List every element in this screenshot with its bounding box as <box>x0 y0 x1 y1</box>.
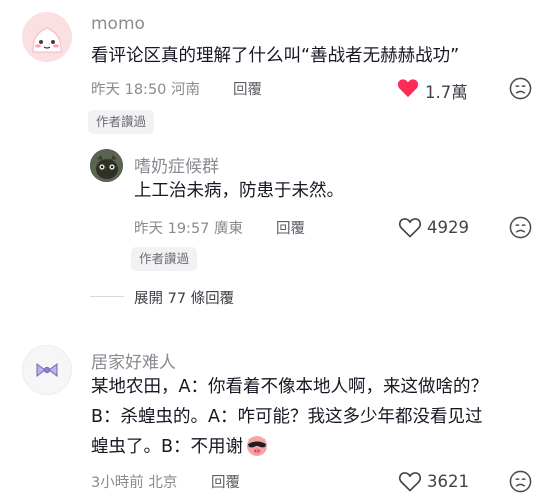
comment-location: 北京 <box>148 475 178 491</box>
comment-username[interactable]: 居家好难人 <box>91 348 176 373</box>
heart-outline-icon[interactable] <box>398 217 422 238</box>
comment-meta: 昨天 18:50 河南 <box>91 78 200 99</box>
comment-time: 昨天 18:50 <box>91 82 167 98</box>
comment-text-line-3-text: 蝗虫了。B：不用谢 <box>91 437 244 457</box>
reply-meta: 昨天 19:57 廣東 <box>134 217 243 238</box>
expand-replies-button[interactable]: 展開 77 條回覆 <box>134 287 234 308</box>
comment-text-line-1: 某地农田，A：你看着不像本地人啊，来这做啥的？ <box>91 377 488 397</box>
reply-button[interactable]: 回覆 <box>211 471 240 492</box>
avatar[interactable] <box>90 149 123 182</box>
comment-text-line-2: B：杀蝗虫的。A：咋可能？我这多少年都没看见过 <box>91 407 483 427</box>
reply-location: 廣東 <box>214 221 244 237</box>
frown-icon[interactable] <box>509 470 532 493</box>
comment-meta: 3小時前 北京 <box>91 471 177 492</box>
avatar[interactable] <box>22 12 72 62</box>
comment-text: 看评论区真的理解了什么叫“善战者无赫赫战功” <box>91 46 460 66</box>
comment-username[interactable]: momo <box>91 14 145 34</box>
comment-text-line-3: 蝗虫了。B：不用谢 <box>91 433 269 461</box>
reply-button[interactable]: 回覆 <box>233 78 262 99</box>
like-count: 3621 <box>427 472 469 491</box>
like-count: 4929 <box>427 218 469 237</box>
reply-text: 上工治未病，防患于未然。 <box>134 181 344 201</box>
frown-icon[interactable] <box>509 216 532 239</box>
like-count: 1.7萬 <box>425 83 468 102</box>
comment-time: 3小時前 <box>91 475 144 491</box>
avatar[interactable] <box>22 345 72 395</box>
author-liked-badge: 作者讚過 <box>88 110 155 134</box>
heart-filled-icon[interactable] <box>397 78 419 98</box>
heart-outline-icon[interactable] <box>398 471 422 492</box>
expand-divider <box>90 296 124 297</box>
pig-sunglasses-emoji <box>245 433 269 457</box>
reply-time: 昨天 19:57 <box>134 221 210 237</box>
comment-location: 河南 <box>171 82 201 98</box>
reply-button[interactable]: 回覆 <box>276 217 305 238</box>
reply-username[interactable]: 嗜奶症候群 <box>134 152 219 177</box>
author-liked-badge: 作者讚過 <box>131 247 198 271</box>
frown-icon[interactable] <box>509 77 532 100</box>
